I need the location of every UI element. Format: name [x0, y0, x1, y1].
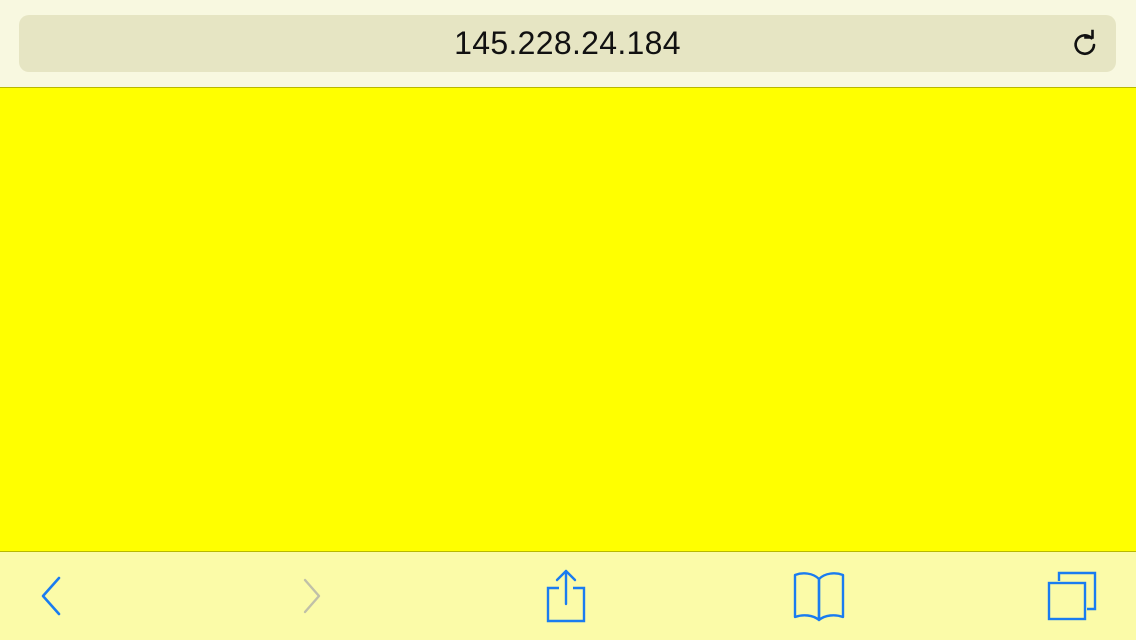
forward-button[interactable] — [282, 566, 342, 626]
address-bar[interactable]: 145.228.24.184 — [19, 15, 1116, 72]
back-button[interactable] — [22, 566, 82, 626]
book-icon — [793, 572, 845, 622]
tabs-button[interactable] — [1042, 566, 1102, 626]
web-content[interactable] — [0, 88, 1136, 551]
tabs-icon — [1047, 571, 1097, 621]
reload-icon — [1074, 29, 1096, 55]
browser-window: 145.228.24.184 — [0, 0, 1136, 640]
top-bar: 145.228.24.184 — [0, 0, 1136, 88]
chevron-left-icon — [41, 576, 61, 616]
bottom-toolbar — [0, 551, 1136, 640]
reload-button[interactable] — [1068, 27, 1102, 61]
share-button[interactable] — [536, 566, 596, 626]
url-text[interactable]: 145.228.24.184 — [19, 15, 1116, 72]
chevron-right-icon — [303, 578, 321, 614]
bookmarks-button[interactable] — [789, 566, 849, 626]
share-icon — [546, 569, 586, 623]
